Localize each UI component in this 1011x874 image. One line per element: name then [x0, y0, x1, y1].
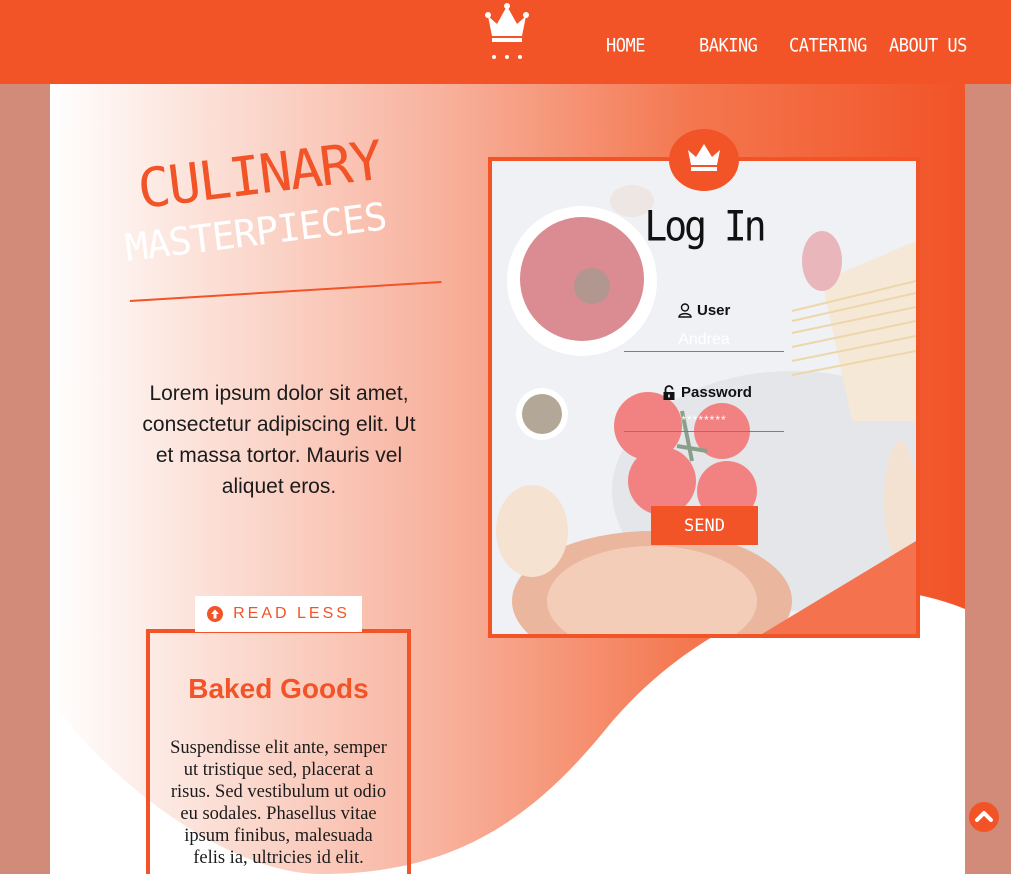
- read-less-label: READ LESS: [233, 605, 350, 622]
- user-icon: [678, 303, 692, 318]
- card-title: Baked Goods: [188, 673, 369, 704]
- password-label: Password: [662, 384, 752, 401]
- send-button[interactable]: SEND: [651, 506, 758, 545]
- password-label-text: Password: [681, 384, 752, 401]
- arrow-up-circle-icon: [207, 606, 224, 622]
- hero-underline: [129, 280, 442, 302]
- scroll-to-top-button[interactable]: [969, 802, 999, 832]
- nav-item-about-us[interactable]: ABOUT US: [889, 35, 967, 57]
- login-crown-badge: [669, 129, 739, 191]
- nav-item-baking[interactable]: BAKING: [699, 35, 758, 57]
- read-less-button[interactable]: READ LESS: [195, 596, 362, 632]
- crown-logo-icon[interactable]: [484, 2, 530, 62]
- hero-title: CULINARY MASTERPIECES: [123, 129, 462, 308]
- user-input[interactable]: [624, 328, 784, 352]
- nav-item-catering[interactable]: CATERING: [789, 35, 867, 57]
- password-input[interactable]: [624, 408, 784, 432]
- lock-icon: [663, 385, 675, 400]
- chevron-up-icon: [975, 811, 993, 822]
- user-label-text: User: [697, 302, 731, 319]
- hero-panel: CULINARY MASTERPIECES Lorem ipsum dolor …: [50, 84, 965, 874]
- hero-body-text: Lorem ipsum dolor sit amet, consectetur …: [142, 382, 416, 498]
- login-title: Log In: [644, 201, 766, 251]
- site-header: HOME BAKING CATERING ABOUT US: [0, 0, 1011, 84]
- baked-goods-card: Baked Goods Suspendisse elit ante, sempe…: [146, 629, 411, 874]
- nav-item-home[interactable]: HOME: [606, 35, 645, 57]
- user-label: User: [678, 302, 730, 319]
- card-text: Suspendisse elit ante, semper ut tristiq…: [170, 738, 387, 868]
- crown-icon: [688, 144, 720, 171]
